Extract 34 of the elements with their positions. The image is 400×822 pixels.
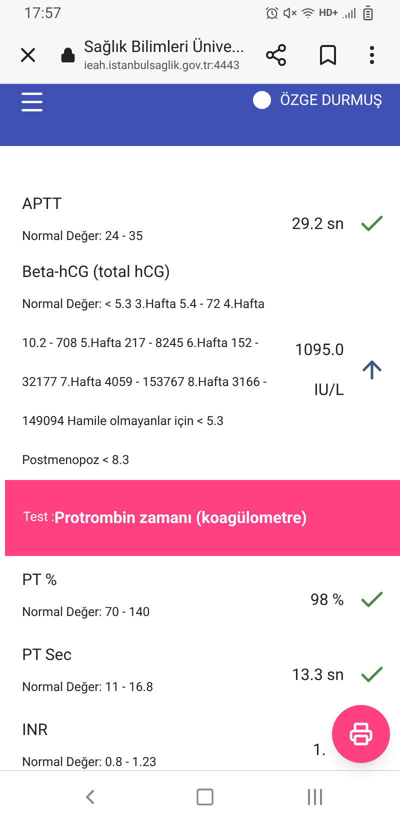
test-name: PT Sec: [22, 644, 73, 666]
normal-range: Postmenopoz < 8.3: [22, 452, 130, 470]
signal-icon: [342, 6, 356, 20]
mute-icon: [282, 6, 297, 20]
result-value: 98 %: [309, 588, 344, 610]
lock-icon: [60, 46, 76, 62]
network-type: HD+: [318, 6, 338, 20]
alarm-icon: [264, 6, 279, 20]
normal-range: Normal Değer: 70 - 140: [22, 604, 151, 622]
normal-range: Normal Değer: 11 - 16.8: [22, 679, 154, 697]
user-button[interactable]: ÖZGE DURMUŞ: [250, 88, 382, 112]
more-icon: [370, 46, 374, 64]
test-name: APTT: [22, 193, 63, 215]
printer-icon: [349, 722, 373, 746]
page-title: Sağlık Bilimleri Ünive...: [84, 36, 246, 56]
result-value: 1.: [312, 738, 326, 760]
result-value: 1095.0 IU/L: [294, 338, 344, 400]
home-icon: [194, 786, 215, 806]
test-name: PT %: [22, 569, 58, 591]
normal-range: Normal Değer: < 5.3 3.Hafta 5.4 - 72 4.Hafta 10.2 - 708 5.Hafta 217 - 8245 6.Hafta 152 - 32177 7.Hafta 4059 - 153767 8.Hafta 3166 - 149094 Hamile olmayanlar için < 5.3: [22, 296, 268, 431]
page-url: ieah.istanbulsaglik.gov.tr:4443: [84, 56, 241, 72]
wifi-icon: [300, 6, 315, 20]
result-value: 13.3 sn: [290, 664, 344, 686]
test-label: Test :: [23, 509, 54, 528]
recents-button[interactable]: [308, 788, 322, 804]
result-value: 29.2 sn: [290, 212, 344, 234]
test-title: Protrombin zamanı (koagülometre): [54, 507, 307, 529]
test-name: Beta-hCG (total hCG): [22, 261, 172, 283]
share-icon: [264, 42, 288, 66]
test-name: INR: [22, 719, 49, 741]
normal-range: Normal Değer: 24 - 35: [22, 228, 144, 246]
status-time: 17:57: [24, 2, 62, 24]
normal-range: Normal Değer: 0.8 - 1.23: [22, 754, 158, 770]
home-button[interactable]: [194, 786, 215, 806]
